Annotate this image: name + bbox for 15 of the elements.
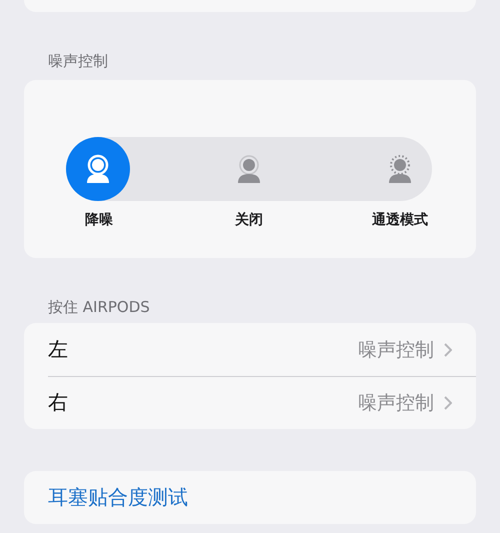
mode-label: 通透模式 bbox=[372, 211, 428, 229]
person-icon bbox=[235, 154, 263, 184]
mode-label: 降噪 bbox=[85, 211, 113, 229]
row-label: 左 bbox=[48, 336, 69, 363]
row-value[interactable]: 噪声控制 bbox=[358, 336, 434, 362]
mode-label: 关闭 bbox=[235, 211, 263, 229]
person-icon bbox=[386, 154, 414, 184]
section-header: 噪声控制 bbox=[47, 51, 109, 72]
chevron-icon bbox=[444, 396, 452, 410]
person-icon bbox=[84, 154, 112, 184]
section-header: 按住 AIRPODS bbox=[47, 297, 151, 318]
row-label: 右 bbox=[48, 389, 69, 416]
chevron-icon bbox=[444, 342, 452, 356]
fit-test-link[interactable]: 耳塞贴合度测试 bbox=[48, 484, 188, 511]
row-value[interactable]: 噪声控制 bbox=[358, 390, 434, 416]
